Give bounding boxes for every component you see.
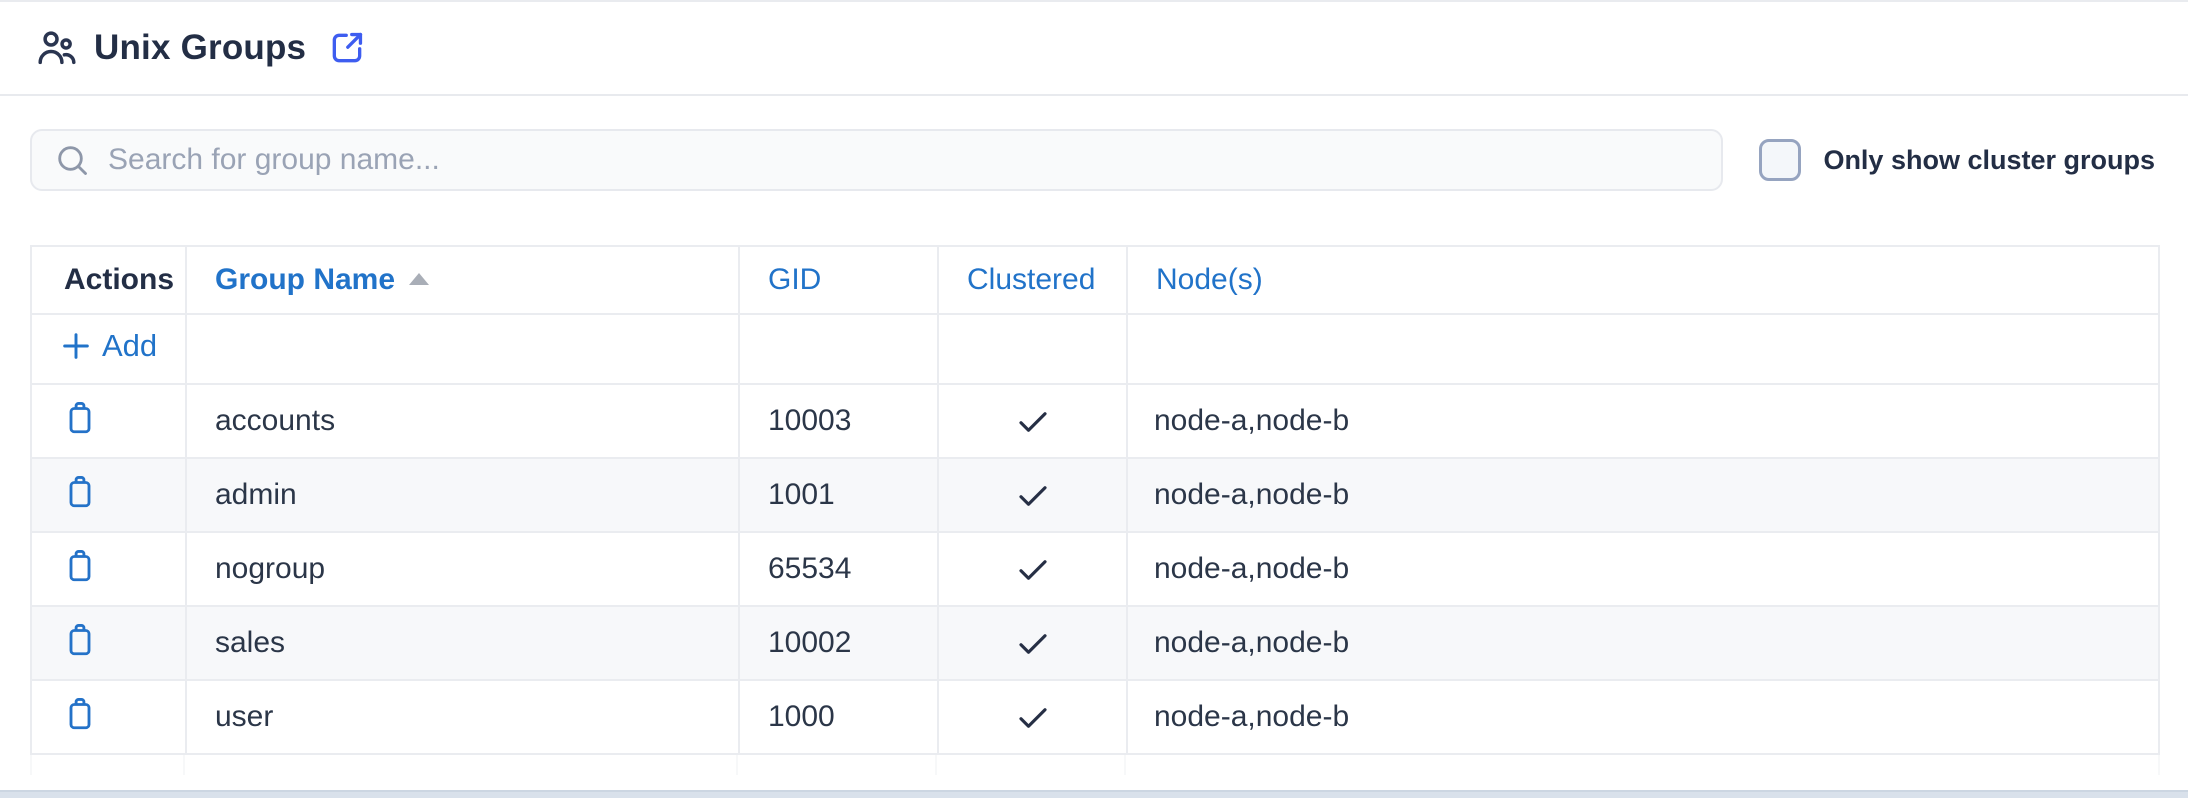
table-row: nogroup 65534 node-a,node-b xyxy=(31,532,2159,606)
gid-cell: 10002 xyxy=(739,606,938,680)
search-input[interactable] xyxy=(108,143,1699,177)
external-link-icon[interactable] xyxy=(328,29,366,67)
nodes-cell: node-a,node-b xyxy=(1127,458,2159,532)
check-icon xyxy=(1015,703,1051,733)
group-name-cell: admin xyxy=(186,458,739,532)
clustered-cell xyxy=(938,384,1127,458)
trash-icon xyxy=(62,471,98,512)
group-name-cell: accounts xyxy=(186,384,739,458)
trash-icon xyxy=(62,397,98,438)
column-header-gid[interactable]: GID xyxy=(739,246,938,314)
add-row: Add xyxy=(31,314,2159,384)
column-header-actions: Actions xyxy=(31,246,186,314)
search-box xyxy=(30,129,1723,191)
column-header-clustered[interactable]: Clustered xyxy=(938,246,1127,314)
users-icon xyxy=(36,27,78,69)
clustered-cell xyxy=(938,458,1127,532)
page-title: Unix Groups xyxy=(94,28,306,68)
groups-table: Actions Group Name GID Clustered Node(s) xyxy=(30,245,2160,755)
table-row: accounts 10003 node-a,node-b xyxy=(31,384,2159,458)
trash-icon xyxy=(62,693,98,734)
check-icon xyxy=(1015,629,1051,659)
table-row: sales 10002 node-a,node-b xyxy=(31,606,2159,680)
gid-cell: 65534 xyxy=(739,532,938,606)
gid-cell: 10003 xyxy=(739,384,938,458)
column-header-group-name[interactable]: Group Name xyxy=(186,246,739,314)
check-icon xyxy=(1015,407,1051,437)
delete-group-button[interactable] xyxy=(62,545,98,586)
bottom-edge-bar xyxy=(0,790,2188,798)
table-header-row: Actions Group Name GID Clustered Node(s) xyxy=(31,246,2159,314)
trash-icon xyxy=(62,619,98,660)
delete-group-button[interactable] xyxy=(62,693,98,734)
delete-group-button[interactable] xyxy=(62,397,98,438)
clustered-cell xyxy=(938,532,1127,606)
delete-group-button[interactable] xyxy=(62,619,98,660)
cluster-groups-checkbox[interactable] xyxy=(1759,139,1801,181)
delete-group-button[interactable] xyxy=(62,471,98,512)
cluster-filter: Only show cluster groups xyxy=(1759,139,2155,181)
add-group-button[interactable]: Add xyxy=(60,328,157,364)
search-icon xyxy=(54,142,90,178)
cluster-groups-label[interactable]: Only show cluster groups xyxy=(1823,145,2155,176)
table-row: user 1000 node-a,node-b xyxy=(31,680,2159,754)
nodes-cell: node-a,node-b xyxy=(1127,680,2159,754)
toolbar: Only show cluster groups xyxy=(30,129,2155,191)
page-header: Unix Groups xyxy=(0,2,2188,96)
trash-icon xyxy=(62,545,98,586)
sort-asc-icon xyxy=(409,273,429,285)
table-row: admin 1001 node-a,node-b xyxy=(31,458,2159,532)
plus-icon xyxy=(60,330,92,362)
clustered-cell xyxy=(938,606,1127,680)
group-name-cell: user xyxy=(186,680,739,754)
group-name-cell: sales xyxy=(186,606,739,680)
nodes-cell: node-a,node-b xyxy=(1127,384,2159,458)
check-icon xyxy=(1015,481,1051,511)
clustered-cell xyxy=(938,680,1127,754)
table-fade-out xyxy=(30,755,2160,775)
group-name-cell: nogroup xyxy=(186,532,739,606)
nodes-cell: node-a,node-b xyxy=(1127,532,2159,606)
check-icon xyxy=(1015,555,1051,585)
nodes-cell: node-a,node-b xyxy=(1127,606,2159,680)
gid-cell: 1000 xyxy=(739,680,938,754)
gid-cell: 1001 xyxy=(739,458,938,532)
column-header-nodes[interactable]: Node(s) xyxy=(1127,246,2159,314)
